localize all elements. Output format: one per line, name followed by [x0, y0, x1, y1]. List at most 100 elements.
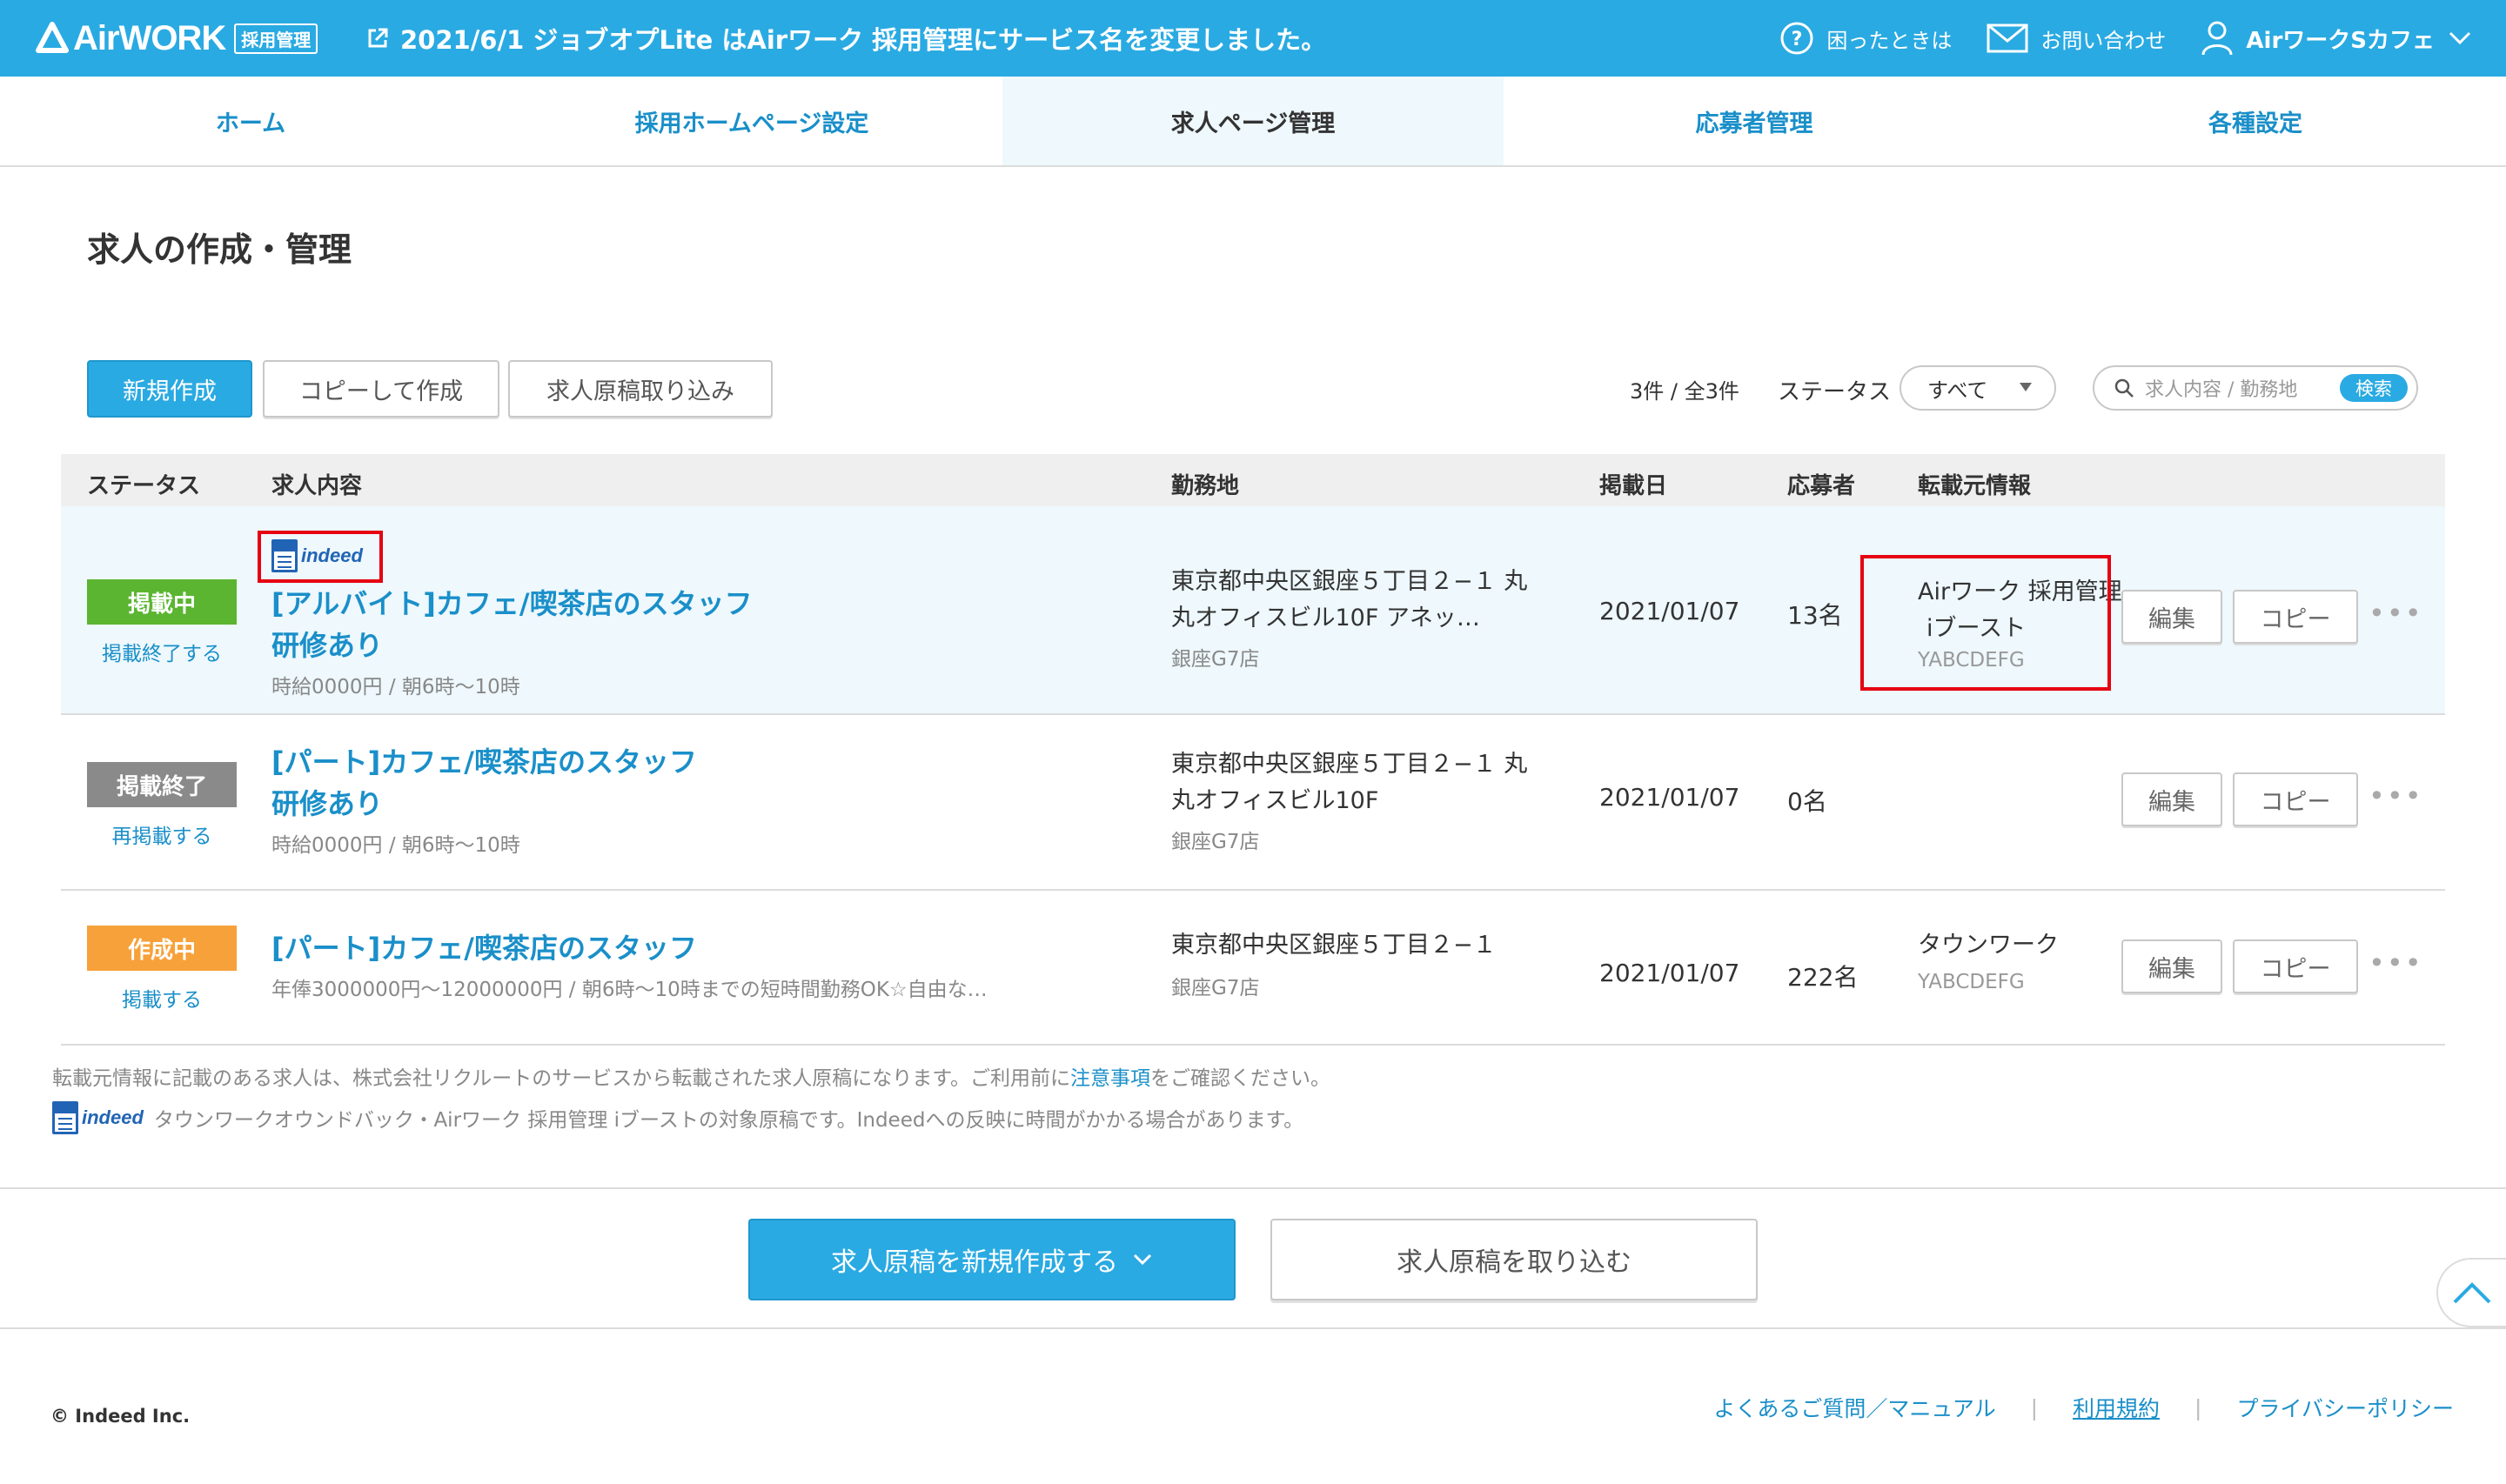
paid-doc-icon	[52, 1101, 78, 1134]
source-line1: タウンワーク	[1918, 932, 2059, 959]
footer-links: よくあるご質問／マニュアル | 利用規約 | プライバシーポリシー	[1713, 1392, 2454, 1423]
result-count: 3件 / 全3件	[1630, 379, 1739, 404]
col-date: 掲載日	[1599, 473, 1668, 499]
table-row: 作成中 掲載する [パート]カフェ/喫茶店のスタッフ 年俸3000000円〜12…	[61, 891, 2445, 1046]
user-name: AirワークSカフェ	[2246, 27, 2435, 54]
mail-icon	[1987, 23, 2028, 53]
main-nav: ホーム 採用ホームページ設定 求人ページ管理 応募者管理 各種設定	[0, 77, 2506, 167]
chevron-down-icon	[1133, 1253, 1152, 1266]
end-listing-link[interactable]: 掲載終了する	[61, 637, 263, 666]
scroll-top-button[interactable]	[2436, 1258, 2506, 1327]
caret-down-icon	[2020, 383, 2032, 391]
announcement-link[interactable]: 2021/6/1 ジョブオプLite はAirワーク 採用管理にサービス名を変更…	[365, 19, 1326, 57]
applicant-count[interactable]: 13名	[1787, 597, 1843, 632]
copy-button[interactable]: コピー	[2233, 772, 2358, 826]
col-source: 転載元情報	[1918, 473, 2032, 499]
svg-text:?: ?	[1792, 29, 1803, 50]
post-date: 2021/01/07	[1599, 597, 1740, 625]
nav-applicants[interactable]: 応募者管理	[1504, 77, 2005, 165]
page-title: 求人の作成・管理	[87, 231, 352, 269]
edit-button[interactable]: 編集	[2121, 939, 2222, 993]
privacy-link[interactable]: プライバシーポリシー	[2236, 1392, 2454, 1423]
job-title-link[interactable]: [パート]カフェ/喫茶店のスタッフ	[271, 927, 697, 969]
edit-button[interactable]: 編集	[2121, 590, 2222, 644]
address-line1: 東京都中央区銀座５丁目２−１ 丸	[1171, 751, 1528, 778]
status-select-value: すべて	[1927, 378, 1988, 403]
status-badge: 掲載終了	[87, 762, 237, 807]
nav-settings[interactable]: 各種設定	[2005, 77, 2506, 165]
divider	[0, 1327, 2506, 1329]
job-summary: 時給0000円 / 朝6時〜10時	[271, 834, 520, 857]
status-badge: 掲載中	[87, 579, 237, 625]
chevron-down-icon	[2449, 31, 2471, 45]
help-icon: ?	[1780, 22, 1813, 55]
separator: |	[2030, 1394, 2039, 1420]
contact-link[interactable]: お問い合わせ	[1987, 23, 2166, 54]
logo-text: AirWORK	[73, 18, 226, 57]
table-row: 掲載終了 再掲載する [パート]カフェ/喫茶店のスタッフ 研修あり 時給0000…	[61, 715, 2445, 891]
note-text-after: をご確認ください。	[1150, 1067, 1331, 1090]
copyright: © Indeed Inc.	[50, 1406, 191, 1427]
col-content: 求人内容	[271, 473, 363, 499]
airwork-logo[interactable]: AirWORK 採用管理	[35, 19, 318, 57]
source-code: YABCDEFG	[1918, 971, 2025, 993]
branch-name: 銀座G7店	[1171, 977, 1260, 999]
edit-button[interactable]: 編集	[2121, 772, 2222, 826]
search-box[interactable]: 求人内容 / 勤務地 検索	[2093, 365, 2418, 411]
nav-home[interactable]: ホーム	[0, 77, 501, 165]
faq-link[interactable]: よくあるご質問／マニュアル	[1713, 1392, 1995, 1423]
highlight-box-badge	[258, 531, 383, 583]
copy-button[interactable]: コピー	[2233, 939, 2358, 993]
indeed-note: indeed タウンワークオウンドバック・Airワーク 採用管理 iブーストの対…	[52, 1101, 1303, 1134]
create-job-label: 求人原稿を新規作成する	[831, 1247, 1118, 1278]
job-title-link[interactable]: [パート]カフェ/喫茶店のスタッフ	[271, 741, 697, 783]
copy-create-button[interactable]: コピーして作成	[263, 360, 499, 418]
caution-link[interactable]: 注意事項	[1070, 1067, 1150, 1090]
table-header: ステータス 求人内容 勤務地 掲載日 応募者 転載元情報	[61, 454, 2445, 506]
note-text-before: 転載元情報に記載のある求人は、株式会社リクルートのサービスから転載された求人原稿…	[52, 1067, 1071, 1090]
address-line2: 丸オフィスビル10F	[1171, 787, 1379, 814]
address-line1: 東京都中央区銀座５丁目２−１	[1171, 932, 1497, 959]
external-link-icon	[368, 28, 388, 48]
job-title-line2[interactable]: 研修あり	[271, 625, 383, 666]
more-icon[interactable]: •••	[2369, 946, 2423, 979]
job-summary: 時給0000円 / 朝6時〜10時	[271, 676, 520, 699]
job-summary: 年俸3000000円〜12000000円 / 朝6時〜10時までの短時間勤務OK…	[271, 979, 988, 1001]
address-line2: 丸オフィスビル10F アネッ…	[1171, 605, 1480, 632]
help-link[interactable]: ? 困ったときは	[1779, 21, 1952, 56]
separator: |	[2194, 1394, 2202, 1420]
import-job-button[interactable]: 求人原稿を取り込む	[1270, 1219, 1758, 1300]
user-icon	[2201, 21, 2233, 56]
applicant-count[interactable]: 222名	[1787, 959, 1858, 993]
col-applicants: 応募者	[1787, 473, 1856, 499]
applicant-count[interactable]: 0名	[1787, 783, 1827, 818]
job-title-line2[interactable]: 研修あり	[271, 783, 383, 825]
terms-link[interactable]: 利用規約	[2073, 1392, 2160, 1423]
create-job-button[interactable]: 求人原稿を新規作成する	[748, 1219, 1236, 1300]
more-icon[interactable]: •••	[2369, 779, 2423, 812]
user-menu[interactable]: AirワークSカフェ	[2201, 20, 2471, 57]
search-input[interactable]: 求人内容 / 勤務地	[2145, 374, 2297, 402]
status-select[interactable]: すべて	[1900, 365, 2056, 411]
import-button[interactable]: 求人原稿取り込み	[508, 360, 773, 418]
nav-job-pages[interactable]: 求人ページ管理	[1002, 77, 1504, 165]
more-icon[interactable]: •••	[2369, 597, 2423, 630]
new-button[interactable]: 新規作成	[87, 360, 252, 418]
branch-name: 銀座G7店	[1171, 831, 1260, 853]
post-date: 2021/01/07	[1599, 959, 1740, 987]
search-button[interactable]: 検索	[2340, 374, 2408, 402]
help-label: 困ったときは	[1826, 28, 1953, 53]
announcement-text: 2021/6/1 ジョブオプLite はAirワーク 採用管理にサービス名を変更…	[400, 25, 1327, 55]
copy-button[interactable]: コピー	[2233, 590, 2358, 644]
nav-recruit-homepage[interactable]: 採用ホームページ設定	[501, 77, 1002, 165]
relist-link[interactable]: 再掲載する	[61, 819, 263, 849]
publish-link[interactable]: 掲載する	[61, 983, 263, 1013]
search-icon	[2114, 378, 2134, 398]
status-filter-label: ステータス	[1778, 379, 1892, 405]
logo-mark-icon	[35, 21, 70, 56]
address-line1: 東京都中央区銀座５丁目２−１ 丸	[1171, 568, 1528, 595]
table-row: 掲載中 掲載終了する indeed [アルバイト]カフェ/喫茶店のスタッフ 研修…	[61, 506, 2445, 715]
col-status: ステータス	[87, 473, 201, 499]
job-title-link[interactable]: [アルバイト]カフェ/喫茶店のスタッフ	[271, 583, 753, 625]
top-header: AirWORK 採用管理 2021/6/1 ジョブオプLite はAirワーク …	[0, 0, 2506, 77]
